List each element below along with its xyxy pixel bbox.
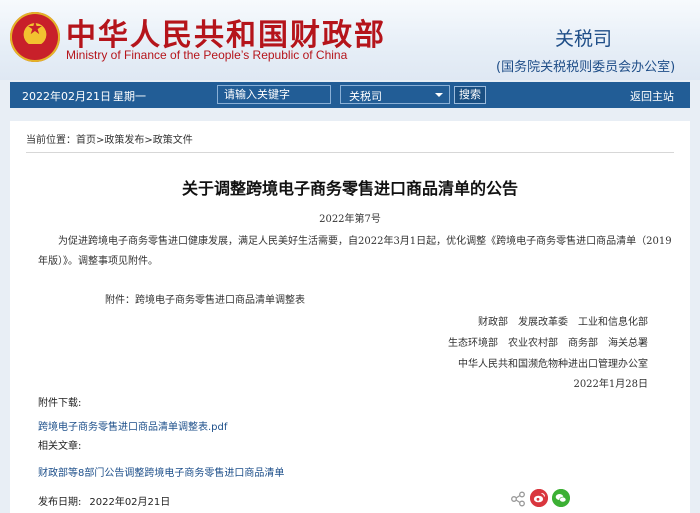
search-input[interactable]: [217, 85, 331, 104]
issuer-line: 财政部 发展改革委 工业和信息化部: [478, 317, 648, 328]
breadcrumb-item-home[interactable]: 首页: [76, 135, 96, 146]
current-weekday: 星期一: [113, 90, 146, 103]
department-select-value: 关税司: [349, 90, 382, 103]
share-icon[interactable]: [510, 491, 526, 507]
article-body: 为促进跨境电子商务零售进口健康发展，满足人民美好生活需要，自2022年3月1日起…: [38, 236, 672, 267]
breadcrumb-divider: [26, 152, 674, 153]
breadcrumb-prefix: 当前位置：: [26, 135, 76, 146]
attachment-download-label: 附件下载:: [38, 398, 82, 409]
breadcrumb-item-policy-release[interactable]: 政策发布: [104, 135, 144, 146]
chevron-down-icon: [435, 93, 443, 97]
attachment-note: 附件：跨境电子商务零售进口商品清单调整表: [105, 295, 305, 306]
wechat-icon[interactable]: [552, 489, 570, 507]
department-select[interactable]: 关税司: [340, 85, 450, 104]
issue-date: 2022年1月28日: [573, 379, 648, 390]
breadcrumb: 当前位置：首页>政策发布>政策文件: [26, 131, 193, 146]
issuer-line: 生态环境部 农业农村部 商务部 海关总署: [448, 338, 648, 349]
publish-date-label: 发布日期:: [38, 497, 82, 508]
weibo-icon[interactable]: [530, 489, 548, 507]
search-button[interactable]: 搜索: [454, 86, 486, 104]
site-subtitle: Ministry of Finance of the People’s Repu…: [66, 48, 348, 62]
document-number: 2022年第7号: [319, 214, 381, 225]
top-nav-bar: 2022年02月21日 星期一 关税司 搜索 返回主站: [10, 82, 690, 108]
current-date: 2022年02月21日: [22, 90, 111, 103]
site-header: 中华人民共和国财政部 Ministry of Finance of the Pe…: [0, 0, 700, 80]
breadcrumb-separator: >: [144, 135, 153, 146]
article-title: 关于调整跨境电子商务零售进口商品清单的公告: [181, 179, 518, 198]
issuer-line: 中华人民共和国濒危物种进出口管理办公室: [458, 359, 648, 370]
return-home-link[interactable]: 返回主站: [630, 88, 674, 104]
breadcrumb-item-policy-documents[interactable]: 政策文件: [153, 135, 193, 146]
publish-date-value: 2022年02月21日: [89, 497, 171, 508]
attachment-download-link[interactable]: 跨境电子商务零售进口商品清单调整表.pdf: [38, 418, 227, 433]
related-articles-label: 相关文章:: [38, 441, 82, 452]
article-panel: 当前位置：首页>政策发布>政策文件 关于调整跨境电子商务零售进口商品清单的公告 …: [10, 121, 690, 513]
department-title: 关税司: [555, 28, 613, 50]
national-emblem-icon: [10, 12, 60, 62]
related-article-link[interactable]: 财政部等8部门公告调整跨境电子商务零售进口商品清单: [38, 464, 284, 479]
department-subtitle: (国务院关税税则委员会办公室): [496, 60, 676, 75]
publish-date-row: 发布日期: 2022年02月21日: [38, 493, 170, 508]
